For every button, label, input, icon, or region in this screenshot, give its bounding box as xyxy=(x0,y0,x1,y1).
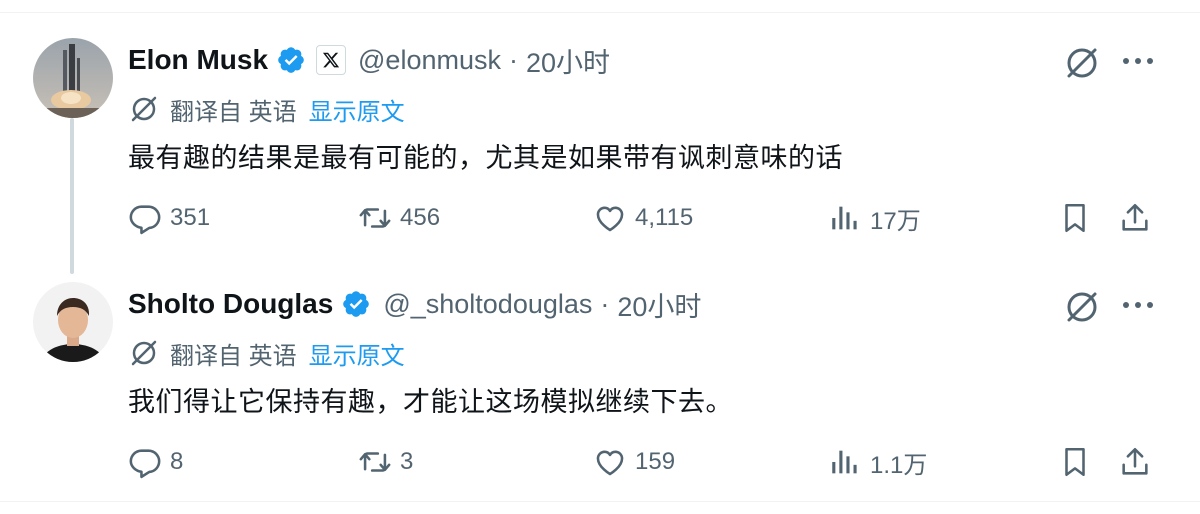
separator-dot: · xyxy=(600,288,610,319)
more-options-icon[interactable] xyxy=(1118,46,1158,76)
repost-count: 3 xyxy=(400,448,414,475)
display-name[interactable]: Sholto Douglas xyxy=(128,288,333,320)
bookmark-button[interactable] xyxy=(1058,196,1100,240)
x-logo-icon[interactable] xyxy=(316,45,347,75)
translate-icon xyxy=(131,340,157,366)
repost-button[interactable]: 456 xyxy=(358,196,440,240)
heart-icon xyxy=(596,206,624,232)
like-button[interactable]: 4,115 xyxy=(593,196,693,240)
tweet-actions: 351 456 4,115 17万 xyxy=(128,196,1168,240)
repost-icon xyxy=(359,452,391,472)
analytics-icon xyxy=(832,450,857,474)
share-icon xyxy=(1122,447,1148,475)
views-button[interactable]: 17万 xyxy=(828,196,921,240)
repost-icon xyxy=(359,208,391,228)
share-button[interactable] xyxy=(1118,196,1160,240)
tweet-text: 最有趣的结果是最有可能的，尤其是如果带有讽刺意味的话 xyxy=(128,143,843,173)
reply-button[interactable]: 8 xyxy=(128,440,183,484)
like-button[interactable]: 159 xyxy=(593,440,675,484)
tweet-header: Elon Musk @elonmusk · 20小时 xyxy=(128,40,610,80)
user-handle[interactable]: @_sholtodouglas xyxy=(383,289,592,320)
analytics-icon xyxy=(832,206,857,230)
grok-icon[interactable] xyxy=(1062,43,1102,83)
share-icon xyxy=(1122,203,1148,231)
user-handle[interactable]: @elonmusk xyxy=(358,45,501,76)
repost-count: 456 xyxy=(400,204,441,231)
translation-notice: 翻译自 英语 显示原文 xyxy=(128,336,405,370)
view-count: 17万 xyxy=(870,207,921,235)
bookmark-icon xyxy=(1065,447,1085,477)
heart-icon xyxy=(596,450,624,476)
repost-button[interactable]: 3 xyxy=(358,440,413,484)
tweet-header: Sholto Douglas @_sholtodouglas · 20小时 xyxy=(128,284,701,324)
show-original-link[interactable]: 显示原文 xyxy=(309,336,405,371)
like-count: 159 xyxy=(635,448,676,475)
reply-button[interactable]: 351 xyxy=(128,196,210,240)
views-button[interactable]: 1.1万 xyxy=(828,440,927,484)
grok-icon[interactable] xyxy=(1062,287,1102,327)
avatar[interactable] xyxy=(33,38,113,118)
reply-icon xyxy=(129,205,161,235)
reply-count: 8 xyxy=(170,448,184,475)
translate-icon xyxy=(131,96,157,122)
separator-dot: · xyxy=(508,44,518,75)
more-options-icon[interactable] xyxy=(1118,290,1158,320)
tweet-text: 我们得让它保持有趣，才能让这场模拟继续下去。 xyxy=(128,387,733,417)
thread-connector-line xyxy=(70,118,74,274)
reply-count: 351 xyxy=(170,204,211,231)
bottom-divider xyxy=(0,501,1200,502)
translated-from-label: 翻译自 英语 xyxy=(170,98,297,126)
verified-badge-icon xyxy=(278,47,304,73)
avatar[interactable] xyxy=(33,282,113,362)
display-name[interactable]: Elon Musk xyxy=(128,44,268,76)
like-count: 4,115 xyxy=(635,204,694,231)
share-button[interactable] xyxy=(1118,440,1160,484)
translation-notice: 翻译自 英语 显示原文 xyxy=(128,92,405,126)
bookmark-icon xyxy=(1065,203,1085,233)
top-divider xyxy=(0,12,1200,13)
reply-icon xyxy=(129,449,161,479)
verified-badge-icon xyxy=(343,291,370,317)
tweet-actions: 8 3 159 1.1万 xyxy=(128,440,1168,484)
timestamp[interactable]: 20小时 xyxy=(526,41,610,80)
timestamp[interactable]: 20小时 xyxy=(617,285,701,324)
translated-from-label: 翻译自 英语 xyxy=(170,342,297,370)
show-original-link[interactable]: 显示原文 xyxy=(309,92,405,127)
bookmark-button[interactable] xyxy=(1058,440,1100,484)
view-count: 1.1万 xyxy=(870,451,928,479)
